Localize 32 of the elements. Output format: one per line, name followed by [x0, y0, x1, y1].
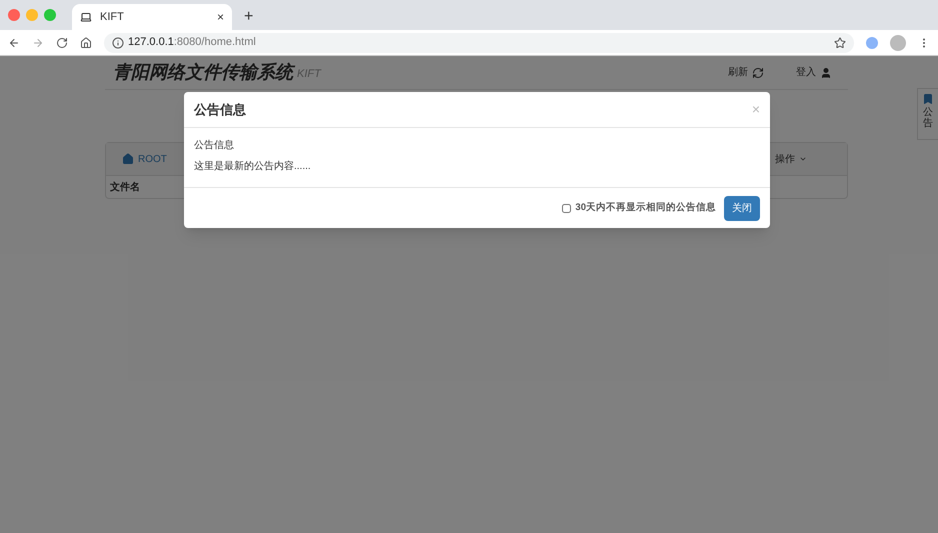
column-header: 文件名 [110, 180, 140, 194]
info-icon [112, 36, 124, 48]
caret-icon [799, 155, 807, 163]
root-link[interactable]: ROOT [122, 152, 167, 166]
reload-icon[interactable] [56, 36, 68, 48]
browser-tab[interactable]: KIFT × [72, 4, 232, 30]
site-title: 青阳网络文件传输系统 [113, 59, 293, 86]
dont-show-checkbox[interactable] [562, 204, 572, 212]
nav-link[interactable]: 刷新 [712, 65, 780, 80]
tab-close-button[interactable]: × [216, 8, 224, 26]
bookmark-star-icon[interactable] [834, 36, 846, 48]
close-window-icon[interactable] [8, 9, 20, 21]
home-icon[interactable] [80, 36, 92, 48]
refresh-icon [752, 66, 764, 78]
user-icon [820, 66, 832, 78]
dialog-text: 公告信息 [194, 138, 235, 153]
laptop-icon [80, 11, 92, 23]
back-icon[interactable] [8, 36, 20, 48]
dialog-text: 这里是最新的公告内容...... [194, 160, 312, 174]
notice-tab[interactable]: 公告 [917, 88, 938, 140]
new-tab-button[interactable]: + [240, 4, 258, 30]
checkbox-label: 30天内不再显示相同的公告信息 [575, 200, 716, 215]
home-icon [122, 153, 134, 165]
close-dialog-button[interactable]: 关闭 [724, 196, 760, 220]
address-bar[interactable]: 127.0.0.1:8080/home.html [104, 32, 854, 52]
bookmark-icon [922, 93, 934, 105]
tab-title: KIFT [100, 10, 125, 25]
forward-icon[interactable] [32, 36, 44, 48]
url-text: 127.0.0.1:8080/home.html [128, 35, 256, 50]
nav-link[interactable]: 登入 [780, 65, 848, 80]
notice-tab-label: 公告 [923, 107, 933, 129]
dialog-title: 公告信息 [194, 100, 246, 119]
